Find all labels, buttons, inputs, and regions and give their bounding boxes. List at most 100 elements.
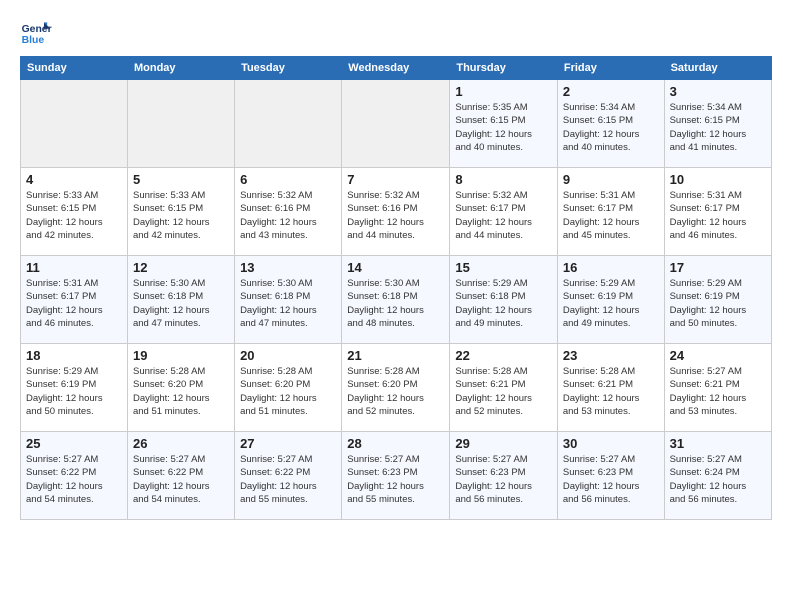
svg-text:General: General [22, 24, 52, 35]
calendar-cell: 19Sunrise: 5:28 AM Sunset: 6:20 PM Dayli… [127, 344, 234, 432]
day-info: Sunrise: 5:27 AM Sunset: 6:22 PM Dayligh… [26, 453, 122, 506]
calendar-cell: 1 Sunrise: 5:35 AM Sunset: 6:15 PM Daylig… [450, 80, 558, 168]
logo-icon: General Blue [20, 16, 52, 48]
calendar-cell: 26 Sunrise: 5:27 AM Sunset: 6:22 PM Dayli… [127, 432, 234, 520]
calendar-cell: 12 Sunrise: 5:30 AM Sunset: 6:18 PM Dayli… [127, 256, 234, 344]
calendar-cell: 23 Sunrise: 5:28 AM Sunset: 6:21 PM Dayli… [557, 344, 664, 432]
col-header-saturday: Saturday [664, 57, 771, 80]
day-number: 28 [347, 436, 444, 451]
day-number: 31 [670, 436, 766, 451]
day-number: 6 [240, 172, 336, 187]
day-info: Sunrise: 5:31 AM Sunset: 6:17 PM Dayligh… [563, 189, 659, 242]
day-number: 12 [133, 260, 229, 275]
calendar-week-1: 1 Sunrise: 5:35 AM Sunset: 6:15 PM Daylig… [21, 80, 772, 168]
calendar-cell: 9 Sunrise: 5:31 AM Sunset: 6:17 PM Daylig… [557, 168, 664, 256]
calendar-cell [21, 80, 128, 168]
day-info: Sunrise: 5:32 AM Sunset: 6:16 PM Dayligh… [240, 189, 336, 242]
calendar-cell: 4 Sunrise: 5:33 AM Sunset: 6:15 PM Daylig… [21, 168, 128, 256]
logo: General Blue [20, 16, 56, 48]
calendar-cell: 20 Sunrise: 5:28 AM Sunset: 6:20 PM Dayli… [235, 344, 342, 432]
calendar-cell: 6 Sunrise: 5:32 AM Sunset: 6:16 PM Daylig… [235, 168, 342, 256]
day-info: Sunrise: 5:27 AM Sunset: 6:22 PM Dayligh… [133, 453, 229, 506]
header-row: SundayMondayTuesdayWednesdayThursdayFrid… [21, 57, 772, 80]
day-info: Sunrise: 5:33 AM Sunset: 6:15 PM Dayligh… [26, 189, 122, 242]
day-number: 16 [563, 260, 659, 275]
calendar-cell: 29Sunrise: 5:27 AM Sunset: 6:23 PM Dayli… [450, 432, 558, 520]
calendar-cell: 25Sunrise: 5:27 AM Sunset: 6:22 PM Dayli… [21, 432, 128, 520]
day-info: Sunrise: 5:28 AM Sunset: 6:21 PM Dayligh… [563, 365, 659, 418]
day-number: 8 [455, 172, 552, 187]
calendar-cell: 10Sunrise: 5:31 AM Sunset: 6:17 PM Dayli… [664, 168, 771, 256]
day-info: Sunrise: 5:34 AM Sunset: 6:15 PM Dayligh… [563, 101, 659, 154]
svg-text:Blue: Blue [22, 35, 45, 46]
day-info: Sunrise: 5:30 AM Sunset: 6:18 PM Dayligh… [133, 277, 229, 330]
day-info: Sunrise: 5:31 AM Sunset: 6:17 PM Dayligh… [26, 277, 122, 330]
day-info: Sunrise: 5:29 AM Sunset: 6:18 PM Dayligh… [455, 277, 552, 330]
day-number: 7 [347, 172, 444, 187]
calendar-cell: 8 Sunrise: 5:32 AM Sunset: 6:17 PM Daylig… [450, 168, 558, 256]
day-number: 24 [670, 348, 766, 363]
day-number: 14 [347, 260, 444, 275]
calendar-week-5: 25Sunrise: 5:27 AM Sunset: 6:22 PM Dayli… [21, 432, 772, 520]
calendar-cell [342, 80, 450, 168]
day-number: 26 [133, 436, 229, 451]
day-info: Sunrise: 5:28 AM Sunset: 6:20 PM Dayligh… [240, 365, 336, 418]
day-number: 27 [240, 436, 336, 451]
day-info: Sunrise: 5:30 AM Sunset: 6:18 PM Dayligh… [347, 277, 444, 330]
calendar-cell [127, 80, 234, 168]
calendar-cell: 15Sunrise: 5:29 AM Sunset: 6:18 PM Dayli… [450, 256, 558, 344]
calendar-cell: 3Sunrise: 5:34 AM Sunset: 6:15 PM Daylig… [664, 80, 771, 168]
day-number: 23 [563, 348, 659, 363]
calendar-cell: 21 Sunrise: 5:28 AM Sunset: 6:20 PM Dayli… [342, 344, 450, 432]
calendar-cell: 17 Sunrise: 5:29 AM Sunset: 6:19 PM Dayli… [664, 256, 771, 344]
day-info: Sunrise: 5:29 AM Sunset: 6:19 PM Dayligh… [563, 277, 659, 330]
calendar-cell: 22Sunrise: 5:28 AM Sunset: 6:21 PM Dayli… [450, 344, 558, 432]
calendar-cell [235, 80, 342, 168]
day-number: 11 [26, 260, 122, 275]
calendar-cell: 27 Sunrise: 5:27 AM Sunset: 6:22 PM Dayli… [235, 432, 342, 520]
calendar-cell: 24Sunrise: 5:27 AM Sunset: 6:21 PM Dayli… [664, 344, 771, 432]
calendar-week-2: 4 Sunrise: 5:33 AM Sunset: 6:15 PM Daylig… [21, 168, 772, 256]
day-number: 30 [563, 436, 659, 451]
calendar-cell: 11 Sunrise: 5:31 AM Sunset: 6:17 PM Dayli… [21, 256, 128, 344]
day-info: Sunrise: 5:32 AM Sunset: 6:17 PM Dayligh… [455, 189, 552, 242]
calendar-cell: 30 Sunrise: 5:27 AM Sunset: 6:23 PM Dayli… [557, 432, 664, 520]
day-info: Sunrise: 5:27 AM Sunset: 6:23 PM Dayligh… [563, 453, 659, 506]
day-number: 1 [455, 84, 552, 99]
day-number: 20 [240, 348, 336, 363]
calendar-cell: 5Sunrise: 5:33 AM Sunset: 6:15 PM Daylig… [127, 168, 234, 256]
calendar-cell: 31 Sunrise: 5:27 AM Sunset: 6:24 PM Dayli… [664, 432, 771, 520]
day-info: Sunrise: 5:27 AM Sunset: 6:24 PM Dayligh… [670, 453, 766, 506]
day-info: Sunrise: 5:28 AM Sunset: 6:20 PM Dayligh… [133, 365, 229, 418]
calendar-cell: 13Sunrise: 5:30 AM Sunset: 6:18 PM Dayli… [235, 256, 342, 344]
day-info: Sunrise: 5:32 AM Sunset: 6:16 PM Dayligh… [347, 189, 444, 242]
calendar-cell: 2Sunrise: 5:34 AM Sunset: 6:15 PM Daylig… [557, 80, 664, 168]
calendar-week-4: 18Sunrise: 5:29 AM Sunset: 6:19 PM Dayli… [21, 344, 772, 432]
calendar-table: SundayMondayTuesdayWednesdayThursdayFrid… [20, 56, 772, 520]
calendar-cell: 7 Sunrise: 5:32 AM Sunset: 6:16 PM Daylig… [342, 168, 450, 256]
day-info: Sunrise: 5:29 AM Sunset: 6:19 PM Dayligh… [26, 365, 122, 418]
calendar-cell: 28 Sunrise: 5:27 AM Sunset: 6:23 PM Dayli… [342, 432, 450, 520]
calendar-cell: 14 Sunrise: 5:30 AM Sunset: 6:18 PM Dayli… [342, 256, 450, 344]
day-info: Sunrise: 5:28 AM Sunset: 6:20 PM Dayligh… [347, 365, 444, 418]
day-number: 9 [563, 172, 659, 187]
day-number: 21 [347, 348, 444, 363]
day-number: 17 [670, 260, 766, 275]
col-header-wednesday: Wednesday [342, 57, 450, 80]
day-info: Sunrise: 5:35 AM Sunset: 6:15 PM Dayligh… [455, 101, 552, 154]
day-number: 4 [26, 172, 122, 187]
day-info: Sunrise: 5:27 AM Sunset: 6:22 PM Dayligh… [240, 453, 336, 506]
day-info: Sunrise: 5:31 AM Sunset: 6:17 PM Dayligh… [670, 189, 766, 242]
day-number: 13 [240, 260, 336, 275]
col-header-monday: Monday [127, 57, 234, 80]
col-header-thursday: Thursday [450, 57, 558, 80]
calendar-week-3: 11 Sunrise: 5:31 AM Sunset: 6:17 PM Dayli… [21, 256, 772, 344]
col-header-tuesday: Tuesday [235, 57, 342, 80]
day-info: Sunrise: 5:29 AM Sunset: 6:19 PM Dayligh… [670, 277, 766, 330]
day-number: 5 [133, 172, 229, 187]
col-header-sunday: Sunday [21, 57, 128, 80]
calendar-cell: 16 Sunrise: 5:29 AM Sunset: 6:19 PM Dayli… [557, 256, 664, 344]
day-info: Sunrise: 5:27 AM Sunset: 6:23 PM Dayligh… [347, 453, 444, 506]
calendar-cell: 18Sunrise: 5:29 AM Sunset: 6:19 PM Dayli… [21, 344, 128, 432]
day-info: Sunrise: 5:34 AM Sunset: 6:15 PM Dayligh… [670, 101, 766, 154]
